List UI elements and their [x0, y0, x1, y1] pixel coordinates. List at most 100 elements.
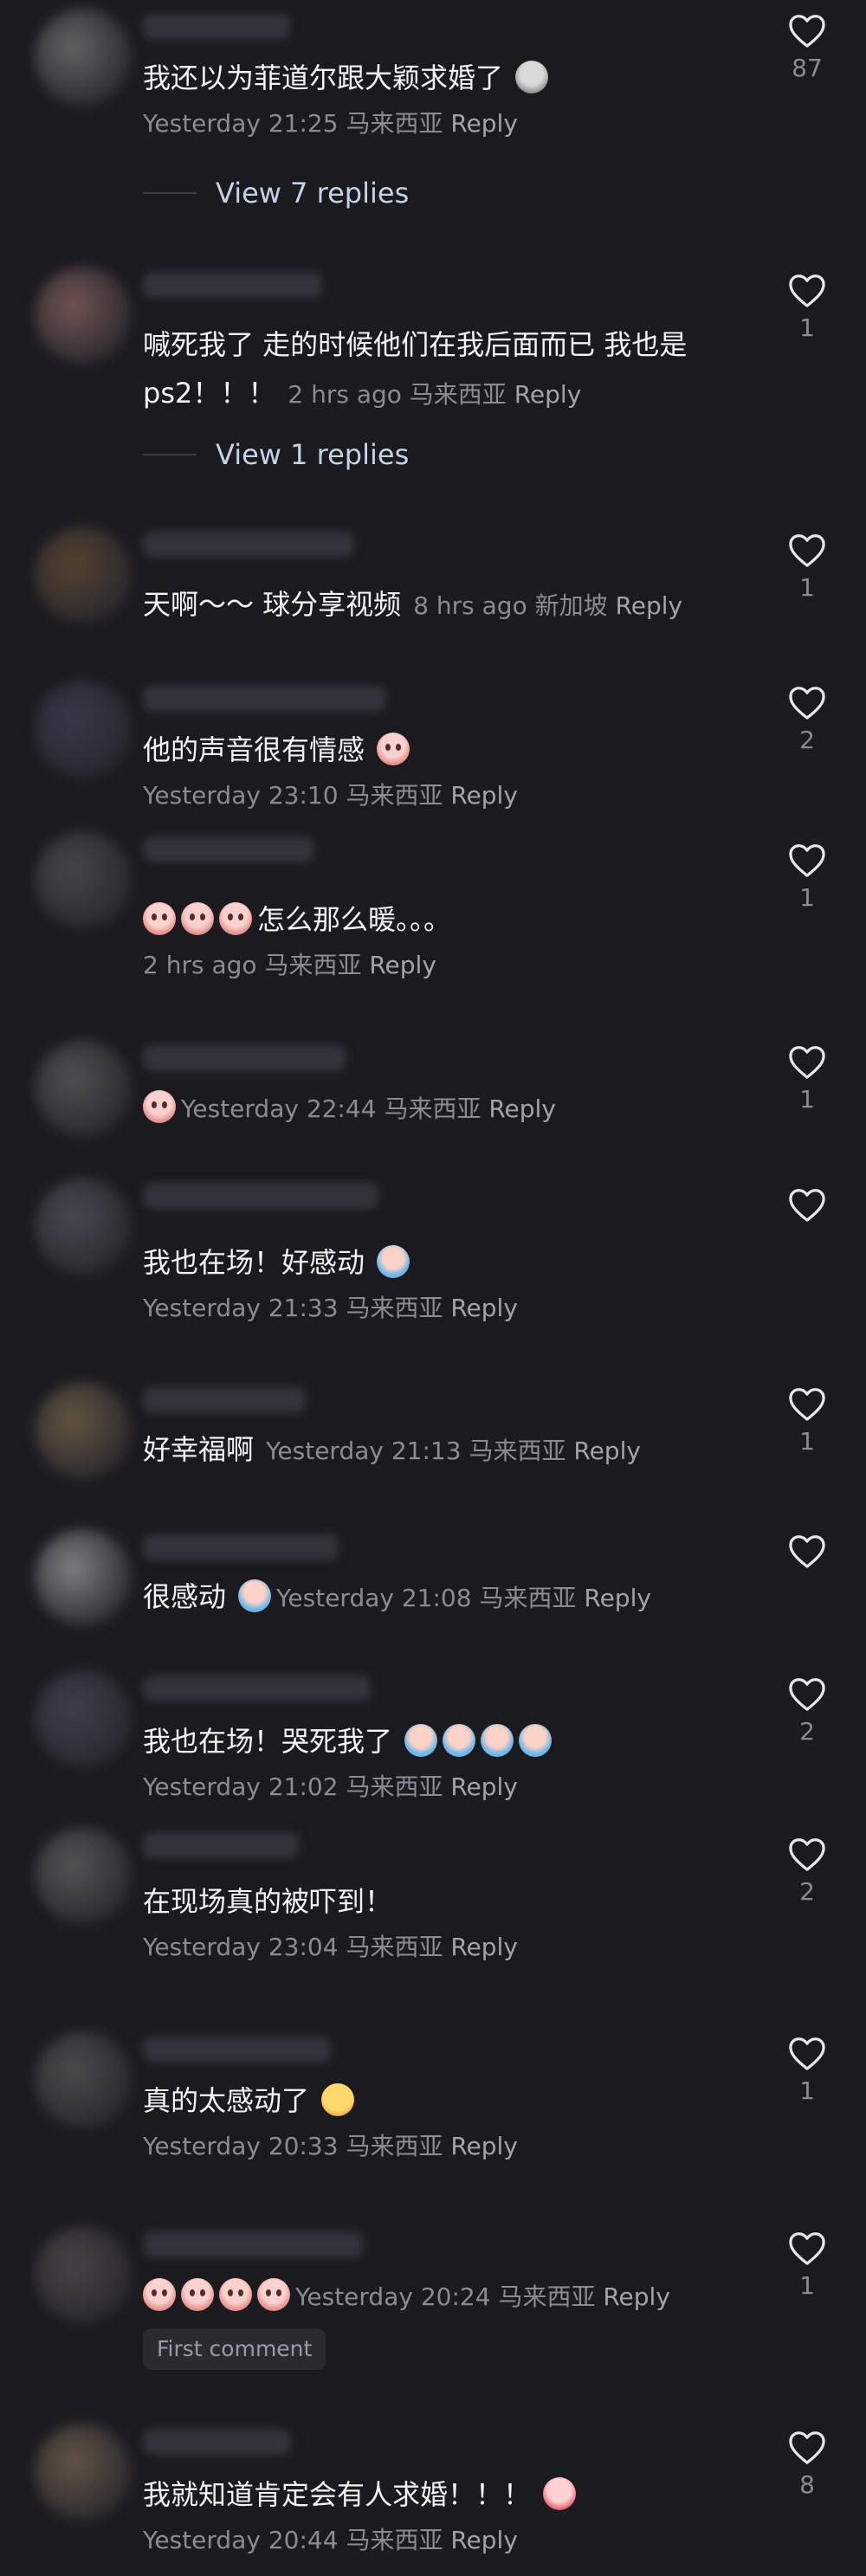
heart-icon[interactable] — [775, 272, 839, 308]
avatar[interactable] — [35, 1040, 132, 1137]
avatar[interactable] — [35, 1529, 132, 1626]
comment-text: 真的太感动了 — [143, 2084, 310, 2117]
avatar[interactable] — [35, 2226, 132, 2323]
like-button[interactable]: 2 — [775, 1836, 839, 1906]
comment-text: 在现场真的被吓到！ — [143, 1885, 393, 1918]
pink-face-emoji-icon — [181, 902, 214, 935]
comment-content: 我还以为菲道尔跟大颖求婚了 Yesterday 21:25 马来西亚 Reply — [143, 54, 749, 145]
pink-face-emoji-icon — [219, 2278, 252, 2311]
username-blurred[interactable] — [143, 2429, 291, 2455]
username-blurred[interactable] — [143, 836, 314, 862]
like-button[interactable]: 87 — [775, 12, 839, 82]
view-replies-label[interactable]: View 7 replies — [216, 177, 409, 210]
like-count: 87 — [792, 54, 823, 82]
reply-button[interactable]: Reply — [450, 1294, 518, 1322]
comment-location: 马来西亚 — [409, 380, 507, 409]
pink-face-emoji-icon — [257, 2278, 290, 2311]
reply-button[interactable]: Reply — [450, 2132, 518, 2160]
heart-icon[interactable] — [775, 532, 839, 568]
username-blurred[interactable] — [143, 1534, 339, 1560]
like-button[interactable] — [775, 1186, 839, 1228]
like-button[interactable]: 1 — [775, 2035, 839, 2105]
heart-icon[interactable] — [775, 1533, 839, 1569]
like-button[interactable]: 1 — [775, 2230, 839, 2300]
reply-button[interactable]: Reply — [603, 2282, 670, 2311]
avatar[interactable] — [35, 2031, 132, 2128]
reply-button[interactable]: Reply — [616, 591, 683, 620]
like-button[interactable]: 1 — [775, 842, 839, 912]
comment-location: 马来西亚 — [346, 1933, 443, 1961]
pink-face-emoji-icon — [181, 2278, 214, 2311]
heart-icon[interactable] — [775, 2230, 839, 2266]
like-button[interactable]: 1 — [775, 1385, 839, 1456]
username-blurred[interactable] — [143, 1183, 378, 1209]
comment-time: Yesterday 21:33 — [143, 1294, 339, 1322]
reply-button[interactable]: Reply — [514, 380, 582, 409]
avatar[interactable] — [35, 9, 132, 106]
username-blurred[interactable] — [143, 532, 354, 558]
reply-button[interactable]: Reply — [450, 1933, 518, 1961]
avatar[interactable] — [35, 1382, 132, 1479]
avatar[interactable] — [35, 1178, 132, 1275]
like-button[interactable]: 2 — [775, 684, 839, 754]
heart-icon[interactable] — [775, 1675, 839, 1712]
reply-button[interactable]: Reply — [450, 109, 518, 138]
avatar[interactable] — [35, 2424, 132, 2521]
reply-button[interactable]: Reply — [573, 1436, 641, 1465]
like-button[interactable]: 8 — [775, 2429, 839, 2499]
username-blurred[interactable] — [143, 1675, 371, 1701]
comment-content: 天啊～～ 球分享视频 8 hrs ago 新加坡 Reply — [143, 580, 749, 630]
reply-button[interactable]: Reply — [450, 781, 518, 810]
comment-meta: Yesterday 21:13 马来西亚 Reply — [266, 1436, 641, 1465]
reply-button[interactable]: Reply — [450, 1772, 518, 1801]
reply-button[interactable]: Reply — [450, 2526, 518, 2554]
heart-icon[interactable] — [775, 1836, 839, 1872]
heart-icon[interactable] — [775, 684, 839, 720]
like-button[interactable]: 1 — [775, 532, 839, 602]
view-replies-button[interactable]: View 1 replies — [143, 433, 409, 476]
reply-button[interactable]: Reply — [584, 1584, 651, 1612]
username-blurred[interactable] — [143, 686, 386, 712]
heart-icon[interactable] — [775, 1043, 839, 1080]
comment-content: Yesterday 20:24 马来西亚 Reply — [143, 2271, 749, 2321]
username-blurred[interactable] — [143, 2231, 363, 2257]
heart-icon[interactable] — [775, 12, 839, 48]
comment-content: 喊死我了 走的时候他们在我后面而已 我也是ps2！！！ 2 hrs ago 马来西… — [143, 320, 749, 419]
like-button[interactable] — [775, 1533, 839, 1574]
comment-time: Yesterday 21:25 — [143, 109, 339, 138]
comment-meta: Yesterday 21:33 马来西亚 Reply — [143, 1287, 749, 1330]
gray-face-emoji-icon — [515, 61, 549, 94]
heart-icon[interactable] — [775, 1385, 839, 1422]
comment-text: 好幸福啊 — [143, 1433, 255, 1466]
comment-location: 马来西亚 — [346, 1294, 443, 1322]
username-blurred[interactable] — [143, 1832, 299, 1858]
first-comment-badge: First comment — [143, 2328, 326, 2370]
avatar[interactable] — [35, 1670, 132, 1767]
heart-icon[interactable] — [775, 1186, 839, 1223]
heart-icon[interactable] — [775, 2429, 839, 2465]
comment-content: 好幸福啊 Yesterday 21:13 马来西亚 Reply — [143, 1425, 749, 1475]
avatar[interactable] — [35, 526, 132, 623]
view-replies-button[interactable]: View 7 replies — [143, 171, 409, 215]
like-button[interactable]: 1 — [775, 1043, 839, 1114]
reply-button[interactable]: Reply — [488, 1094, 556, 1123]
avatar[interactable] — [35, 681, 132, 778]
avatar[interactable] — [35, 1827, 132, 1924]
comment-meta: 2 hrs ago 马来西亚 Reply — [143, 944, 749, 987]
heart-icon[interactable] — [775, 2035, 839, 2071]
avatar[interactable] — [35, 831, 132, 928]
blue-face-emoji-icon — [404, 1724, 438, 1757]
username-blurred[interactable] — [143, 1045, 346, 1071]
like-button[interactable]: 2 — [775, 1675, 839, 1746]
comment-text: 很感动 — [143, 1580, 227, 1613]
username-blurred[interactable] — [143, 14, 290, 40]
username-blurred[interactable] — [143, 2037, 331, 2063]
view-replies-label[interactable]: View 1 replies — [216, 438, 409, 471]
comment-location: 马来西亚 — [384, 1094, 481, 1123]
like-button[interactable]: 1 — [775, 272, 839, 342]
username-blurred[interactable] — [143, 272, 322, 298]
reply-button[interactable]: Reply — [369, 951, 436, 979]
username-blurred[interactable] — [143, 1387, 307, 1413]
heart-icon[interactable] — [775, 842, 839, 878]
avatar[interactable] — [35, 267, 132, 364]
